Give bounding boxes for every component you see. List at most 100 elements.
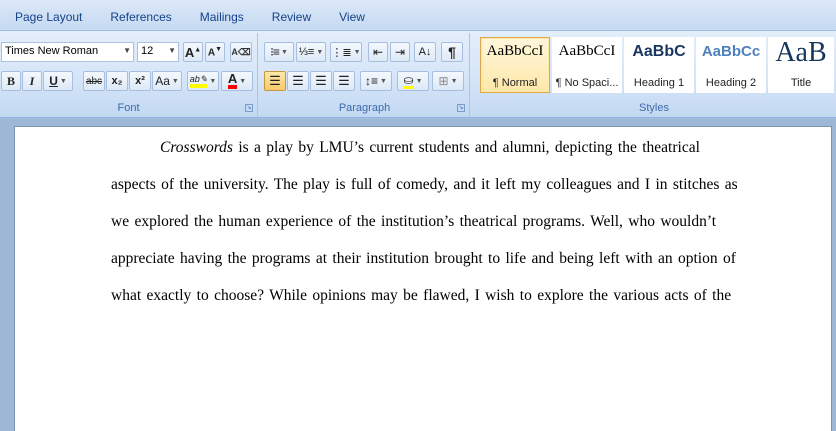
italic-button[interactable]: I bbox=[22, 71, 42, 91]
paragraph-group-label: Paragraph bbox=[338, 102, 391, 114]
chevron-down-icon: ▼ bbox=[353, 48, 361, 56]
sort-button[interactable]: A↓ bbox=[414, 42, 436, 62]
chevron-down-icon: ▼ bbox=[415, 77, 423, 85]
numbering-button[interactable]: ⅓≡ ▼ bbox=[296, 42, 326, 62]
multilevel-list-button[interactable]: ⋮≣ ▼ bbox=[330, 42, 362, 62]
pilcrow-icon: ¶ bbox=[448, 44, 456, 60]
font-group: Times New Roman ▼ 12 ▼ A▲ A▼ A⌫ B I U ▼ … bbox=[0, 33, 258, 117]
clear-formatting-icon: A⌫ bbox=[231, 46, 251, 57]
style-normal[interactable]: AaBbCcI ¶ Normal bbox=[480, 37, 550, 93]
style-heading-2[interactable]: AaBbCc Heading 2 bbox=[696, 37, 766, 93]
style-sample: AaB bbox=[775, 38, 827, 68]
dialog-launcher-icon[interactable]: ↘ bbox=[457, 104, 465, 112]
tab-references[interactable]: References bbox=[96, 0, 185, 30]
underline-button[interactable]: U ▼ bbox=[43, 71, 73, 91]
font-color-icon: A bbox=[227, 72, 238, 89]
chevron-down-icon: ▼ bbox=[123, 46, 131, 55]
paragraph-group: ⁝≡ ▼ ⅓≡ ▼ ⋮≣ ▼ ⇤ ⇥ A↓ ¶ ☰ ☰ ☰ ☰ ↕≡ ▼ ⛀ ▼… bbox=[260, 33, 470, 117]
ribbon-tab-strip: Page Layout References Mailings Review V… bbox=[0, 0, 836, 30]
underline-icon: U bbox=[49, 74, 58, 88]
chevron-down-icon: ▼ bbox=[280, 48, 288, 56]
subscript-button[interactable]: x₂ bbox=[106, 71, 128, 91]
font-group-label: Font bbox=[117, 102, 140, 114]
align-left-button[interactable]: ☰ bbox=[264, 71, 286, 91]
strikethrough-button[interactable]: abc bbox=[83, 71, 105, 91]
change-case-button[interactable]: Aa ▼ bbox=[152, 71, 182, 91]
align-right-icon: ☰ bbox=[315, 73, 327, 88]
bold-icon: B bbox=[6, 73, 15, 88]
style-name: Title bbox=[790, 77, 812, 89]
style-no-spacing[interactable]: AaBbCcI ¶ No Spaci... bbox=[552, 37, 622, 93]
style-name: ¶ No Spaci... bbox=[555, 77, 619, 89]
document-line-2: aspects of the university. The play is f… bbox=[111, 176, 738, 193]
align-center-button[interactable]: ☰ bbox=[287, 71, 309, 91]
style-name: Heading 2 bbox=[705, 77, 757, 89]
align-right-button[interactable]: ☰ bbox=[310, 71, 332, 91]
document-line-1: Crosswords is a play by LMU’s current st… bbox=[160, 139, 700, 157]
tab-mailings[interactable]: Mailings bbox=[186, 0, 258, 30]
ribbon: Times New Roman ▼ 12 ▼ A▲ A▼ A⌫ B I U ▼ … bbox=[0, 30, 836, 118]
justify-button[interactable]: ☰ bbox=[333, 71, 355, 91]
style-name: ¶ Normal bbox=[492, 77, 538, 89]
style-sample: AaBbCcI bbox=[558, 43, 616, 59]
tab-view[interactable]: View bbox=[325, 0, 379, 30]
line-spacing-icon: ↕≡ bbox=[365, 74, 379, 88]
shrink-font-icon: A▼ bbox=[207, 45, 223, 59]
superscript-icon: x² bbox=[135, 75, 145, 87]
align-center-icon: ☰ bbox=[292, 73, 304, 88]
document-page[interactable]: Crosswords is a play by LMU’s current st… bbox=[14, 126, 832, 431]
align-left-icon: ☰ bbox=[269, 73, 281, 88]
highlight-button[interactable]: ab✎ ▼ bbox=[187, 71, 219, 91]
style-title[interactable]: AaB Title bbox=[768, 37, 834, 93]
style-sample: AaBbCcI bbox=[486, 43, 544, 59]
italic-icon: I bbox=[29, 73, 35, 88]
decrease-indent-icon: ⇤ bbox=[372, 45, 384, 59]
styles-group-label: Styles bbox=[639, 102, 669, 114]
bullets-icon: ⁝≡ bbox=[270, 45, 280, 59]
increase-indent-icon: ⇥ bbox=[394, 45, 406, 59]
document-line-4: appreciate having the programs at their … bbox=[111, 250, 736, 267]
grow-font-button[interactable]: A▲ bbox=[183, 42, 203, 62]
style-name: Heading 1 bbox=[633, 77, 685, 89]
increase-indent-button[interactable]: ⇥ bbox=[390, 42, 410, 62]
chevron-down-icon: ▼ bbox=[59, 77, 67, 85]
dialog-launcher-icon[interactable]: ↘ bbox=[245, 104, 253, 112]
italic-title: Crosswords bbox=[160, 139, 233, 156]
decrease-indent-button[interactable]: ⇤ bbox=[368, 42, 388, 62]
chevron-down-icon: ▼ bbox=[209, 77, 217, 85]
font-size-value: 12 bbox=[141, 45, 154, 57]
justify-icon: ☰ bbox=[338, 73, 350, 88]
document-area: Crosswords is a play by LMU’s current st… bbox=[0, 119, 836, 431]
shrink-font-button[interactable]: A▼ bbox=[205, 42, 225, 62]
paint-bucket-icon: ⛀ bbox=[403, 72, 414, 89]
borders-icon: ⊞ bbox=[438, 74, 449, 88]
change-case-icon: Aa bbox=[155, 74, 170, 88]
font-name-combo[interactable]: Times New Roman ▼ bbox=[1, 42, 134, 62]
font-size-combo[interactable]: 12 ▼ bbox=[137, 42, 179, 62]
line-1-text: is a play by LMU’s current students and … bbox=[232, 139, 700, 156]
style-sample: AaBbCc bbox=[701, 43, 761, 60]
bold-button[interactable]: B bbox=[1, 71, 21, 91]
multilevel-list-icon: ⋮≣ bbox=[331, 46, 352, 59]
sort-icon: A↓ bbox=[418, 46, 432, 58]
style-heading-1[interactable]: AaBbC Heading 1 bbox=[624, 37, 694, 93]
bullets-button[interactable]: ⁝≡ ▼ bbox=[264, 42, 294, 62]
document-line-5: what exactly to choose? While opinions m… bbox=[111, 287, 732, 304]
tab-page-layout[interactable]: Page Layout bbox=[0, 0, 96, 30]
chevron-down-icon: ▼ bbox=[171, 77, 179, 85]
highlight-icon: ab✎ bbox=[189, 74, 208, 88]
grow-font-icon: A▲ bbox=[184, 44, 202, 60]
superscript-button[interactable]: x² bbox=[129, 71, 151, 91]
show-formatting-marks-button[interactable]: ¶ bbox=[441, 42, 463, 62]
font-name-value: Times New Roman bbox=[5, 45, 99, 57]
shading-button[interactable]: ⛀ ▼ bbox=[397, 71, 429, 91]
line-spacing-button[interactable]: ↕≡ ▼ bbox=[360, 71, 392, 91]
style-sample: AaBbC bbox=[632, 43, 686, 60]
subscript-icon: x₂ bbox=[111, 75, 123, 87]
borders-button[interactable]: ⊞ ▼ bbox=[432, 71, 464, 91]
tab-review[interactable]: Review bbox=[258, 0, 325, 30]
chevron-down-icon: ▼ bbox=[450, 77, 458, 85]
clear-formatting-button[interactable]: A⌫ bbox=[230, 42, 252, 62]
font-color-button[interactable]: A ▼ bbox=[221, 71, 253, 91]
chevron-down-icon: ▼ bbox=[168, 46, 176, 55]
